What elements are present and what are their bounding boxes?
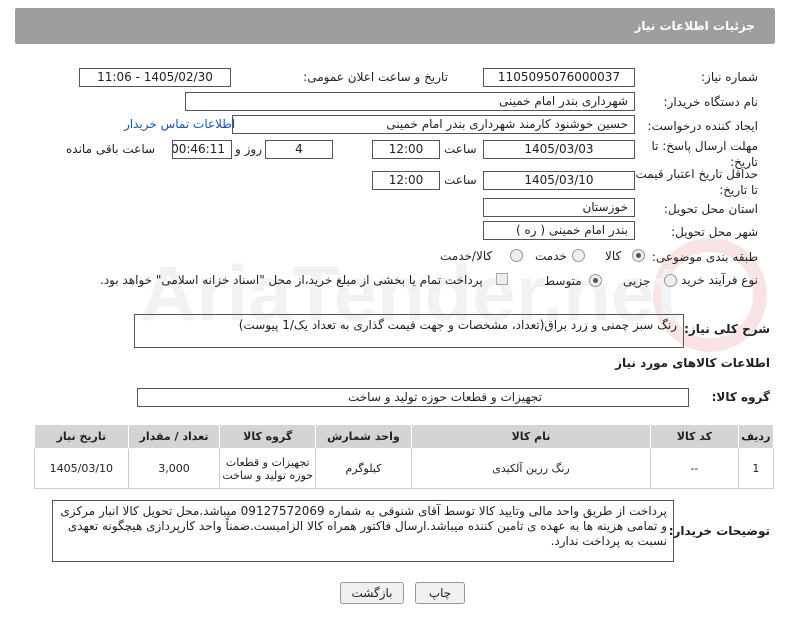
cell-quantity: 3,000	[127, 448, 221, 489]
buyer-org-field: شهرداری بندر امام خمینی	[185, 92, 635, 111]
city-field: بندر امام خمینی ( ره )	[483, 221, 635, 240]
goods-group-field: تجهیزات و قطعات حوزه تولید و ساخت	[137, 388, 689, 407]
city-label: شهر محل تحویل:	[671, 225, 758, 239]
validity-time-label: ساعت	[444, 173, 477, 187]
purchase-type-radio-minor[interactable]	[664, 274, 677, 287]
province-field: خوزستان	[483, 198, 635, 217]
cell-group: تجهیزات و قطعات حوزه تولید و ساخت	[219, 448, 317, 489]
goods-group-label: گروه کالا:	[711, 390, 770, 404]
cell-need-date: 1405/03/10	[34, 448, 129, 489]
col-header-unit: واحد شمارش	[315, 424, 412, 449]
category-option-service: خدمت	[535, 249, 567, 263]
col-header-name: نام کالا	[410, 424, 652, 449]
buyer-notes-text: پرداخت از طریق واحد مالی وتایید کالا توس…	[60, 504, 667, 548]
description-text: رنگ سبز چمنی و زرد براق(تعداد، مشخصات و …	[238, 318, 677, 332]
remaining-time-label: ساعت باقی مانده	[66, 142, 156, 156]
validity-label: حداقل تاریخ اعتبار قیمت: تا تاریخ:	[631, 167, 758, 197]
remaining-time-field: 00:46:11	[172, 140, 232, 159]
category-option-goods: کالا	[605, 249, 622, 263]
cell-unit: کیلوگرم	[315, 448, 412, 489]
deadline-days-field: 4	[265, 140, 333, 159]
goods-section-title: اطلاعات کالاهای مورد نیاز	[615, 356, 770, 370]
back-button[interactable]: بازگشت	[340, 582, 404, 604]
cell-row-number: 1	[737, 448, 775, 489]
col-header-quantity: تعداد / مقدار	[127, 424, 221, 449]
category-radio-goods-service[interactable]	[510, 249, 523, 262]
need-number-label: شماره نیاز:	[701, 70, 758, 84]
description-label: شرح کلی نیاز:	[684, 322, 770, 336]
cell-code: --	[650, 448, 739, 489]
buyer-contact-link[interactable]: اطلاعات تماس خریدار	[124, 117, 235, 131]
goods-group-value: تجهیزات و قطعات حوزه تولید و ساخت	[347, 390, 542, 404]
validity-date-field: 1405/03/10	[483, 171, 635, 190]
requester-label: ایجاد کننده درخواست:	[647, 119, 758, 133]
goods-table: ردیف کد کالا نام کالا واحد شمارش گروه کا…	[34, 424, 775, 489]
buyer-notes-label: توضیحات خریدار:	[668, 524, 770, 538]
goods-table-header-row: ردیف کد کالا نام کالا واحد شمارش گروه کا…	[34, 424, 775, 449]
col-header-need-date: تاریخ نیاز	[34, 424, 129, 449]
purchase-type-option-medium: متوسط	[544, 274, 582, 288]
deadline-days-label: روز و	[235, 142, 262, 156]
description-textarea[interactable]: رنگ سبز چمنی و زرد براق(تعداد، مشخصات و …	[134, 314, 684, 348]
requester-field: حسین خوشنود کارمند شهرداری بندر امام خمی…	[232, 115, 635, 134]
treasury-payment-note: پرداخت تمام یا بخشی از مبلغ خرید،از محل …	[100, 273, 483, 287]
announce-date-label: تاریخ و ساعت اعلان عمومی:	[303, 70, 448, 84]
purchase-type-radio-medium[interactable]	[589, 274, 602, 287]
deadline-time-label: ساعت	[444, 142, 477, 156]
page-title: جزئیات اطلاعات نیاز	[634, 19, 755, 33]
page-header: جزئیات اطلاعات نیاز	[15, 8, 775, 44]
cell-name: رنگ رزین آلکیدی	[410, 448, 652, 489]
announce-date-field: 1405/02/30 - 11:06	[79, 68, 231, 87]
table-row: 1 -- رنگ رزین آلکیدی کیلوگرم تجهیزات و ق…	[34, 448, 775, 489]
treasury-payment-checkbox[interactable]	[496, 273, 508, 285]
category-radio-goods[interactable]	[632, 249, 645, 262]
col-header-row-number: ردیف	[737, 424, 775, 449]
col-header-group: گروه کالا	[219, 424, 317, 449]
deadline-time-field: 12:00	[372, 140, 440, 159]
print-button[interactable]: چاپ	[415, 582, 465, 604]
need-number-field: 1105095076000037	[483, 68, 635, 87]
province-label: استان محل تحویل:	[663, 202, 758, 216]
col-header-code: کد کالا	[650, 424, 739, 449]
purchase-type-label: نوع فرآیند خرید :	[673, 273, 758, 287]
category-label: طبقه بندی موضوعی:	[651, 250, 758, 264]
validity-time-field: 12:00	[372, 171, 440, 190]
category-option-goods-service: کالا/خدمت	[440, 249, 493, 263]
category-radio-service[interactable]	[572, 249, 585, 262]
buyer-org-label: نام دستگاه خریدار:	[663, 95, 759, 109]
deadline-date-field: 1405/03/03	[483, 140, 635, 159]
buyer-notes-textarea[interactable]: پرداخت از طریق واحد مالی وتایید کالا توس…	[52, 500, 674, 562]
purchase-type-option-minor: جزیی	[623, 274, 651, 288]
